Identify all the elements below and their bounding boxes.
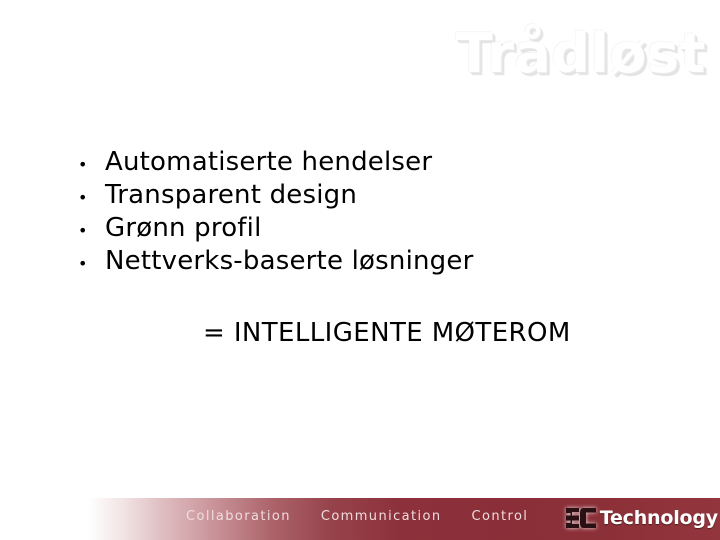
brand-logo-text: Technology: [599, 507, 718, 529]
list-item-label: Nettverks-baserte løsninger: [105, 246, 474, 276]
bullet-dot-icon: •: [78, 254, 88, 273]
slide-canvas: Trådløst • Automatiserte hendelser • Tra…: [0, 0, 720, 540]
bullet-dot-icon: •: [78, 221, 88, 240]
list-item: • Grønn profil: [72, 212, 473, 245]
list-item-label: Grønn profil: [105, 213, 262, 243]
list-item: • Nettverks-baserte løsninger: [72, 245, 473, 278]
footer-word-collaboration: Collaboration: [186, 509, 291, 524]
list-item: • Automatiserte hendelser: [72, 146, 473, 179]
brand-logo: Technology: [564, 504, 718, 532]
page-title: Trådløst: [455, 22, 706, 85]
bullet-dot-icon: •: [78, 188, 88, 207]
footer-word-communication: Communication: [320, 509, 442, 524]
three-c-logo-icon: [564, 506, 598, 530]
footer-tagline: Collaboration Communication Control: [186, 509, 528, 525]
list-item: • Transparent design: [72, 179, 473, 212]
conclusion-text: = INTELLIGENTE MØTEROM: [203, 318, 571, 348]
footer-word-control: Control: [471, 509, 529, 524]
list-item-label: Transparent design: [105, 180, 358, 210]
feature-bullet-list: • Automatiserte hendelser • Transparent …: [72, 146, 473, 278]
footer-bar: Collaboration Communication Control Tech…: [0, 498, 720, 540]
bullet-dot-icon: •: [78, 155, 88, 174]
list-item-label: Automatiserte hendelser: [105, 147, 433, 177]
footer-content: Collaboration Communication Control Tech…: [0, 498, 720, 540]
